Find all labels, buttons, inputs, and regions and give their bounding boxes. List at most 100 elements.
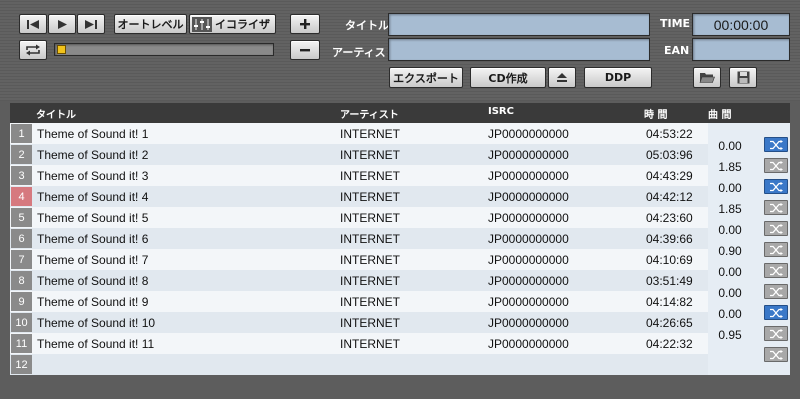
cd-burn-button[interactable]: CD作成 xyxy=(470,67,546,88)
track-artist: INTERNET xyxy=(340,232,400,246)
gap-value[interactable]: 0.90 xyxy=(712,244,748,258)
table-row[interactable]: 2 Theme of Sound it! 2 INTERNET JP000000000… xyxy=(10,144,708,165)
gap-value[interactable]: 0.95 xyxy=(712,328,748,342)
track-artist: INTERNET xyxy=(340,337,400,351)
gap-value[interactable]: 0.00 xyxy=(712,265,748,279)
track-isrc: JP0000000000 xyxy=(488,253,569,267)
track-number[interactable]: 11 xyxy=(11,334,32,353)
track-number[interactable]: 5 xyxy=(11,208,32,227)
table-row[interactable]: 10 Theme of Sound it! 10 INTERNET JP0000000… xyxy=(10,312,708,333)
skip-back-button[interactable] xyxy=(19,14,47,34)
table-row[interactable]: 5 Theme of Sound it! 5 INTERNET JP000000000… xyxy=(10,207,708,228)
track-number[interactable]: 7 xyxy=(11,250,32,269)
plus-icon xyxy=(300,19,310,29)
track-title: Theme of Sound it! 1 xyxy=(37,127,149,141)
track-isrc: JP0000000000 xyxy=(488,148,569,162)
skip-forward-button[interactable] xyxy=(77,14,105,34)
track-number[interactable]: 2 xyxy=(11,145,32,164)
table-row[interactable]: 12 xyxy=(10,354,708,375)
track-number[interactable]: 9 xyxy=(11,292,32,311)
track-number[interactable]: 6 xyxy=(11,229,32,248)
gap-value[interactable]: 0.00 xyxy=(712,223,748,237)
seek-bar[interactable] xyxy=(54,43,274,56)
seek-thumb[interactable] xyxy=(57,45,66,54)
crossfade-toggle[interactable] xyxy=(764,347,788,362)
track-number[interactable]: 1 xyxy=(11,124,32,143)
crossfade-icon xyxy=(770,160,783,171)
crossfade-toggle[interactable] xyxy=(764,200,788,215)
auto-level-button[interactable]: オートレベル xyxy=(114,14,187,34)
track-number[interactable]: 4 xyxy=(11,187,32,206)
track-artist: INTERNET xyxy=(340,211,400,225)
crossfade-toggle[interactable] xyxy=(764,284,788,299)
crossfade-toggle[interactable] xyxy=(764,179,788,194)
header-artist[interactable]: アーティスト xyxy=(340,106,399,121)
track-list: 1 Theme of Sound it! 1 INTERNET JP000000000… xyxy=(10,123,790,375)
track-title: Theme of Sound it! 7 xyxy=(37,253,149,267)
crossfade-icon xyxy=(770,202,783,213)
save-button[interactable] xyxy=(729,67,757,88)
eject-button[interactable] xyxy=(548,67,576,88)
play-icon xyxy=(58,19,67,29)
gap-value[interactable]: 0.00 xyxy=(712,307,748,321)
table-row[interactable]: 8 Theme of Sound it! 8 INTERNET JP000000000… xyxy=(10,270,708,291)
ddp-button[interactable]: DDP xyxy=(584,67,652,88)
skip-forward-icon xyxy=(85,19,97,29)
crossfade-toggle[interactable] xyxy=(764,263,788,278)
remove-track-button[interactable] xyxy=(290,40,320,60)
equalizer-icon xyxy=(192,16,212,32)
track-number[interactable]: 12 xyxy=(11,355,32,374)
track-isrc: JP0000000000 xyxy=(488,316,569,330)
gap-value[interactable]: 0.00 xyxy=(712,139,748,153)
play-button[interactable] xyxy=(48,14,76,34)
crossfade-toggle[interactable] xyxy=(764,221,788,236)
track-artist: INTERNET xyxy=(340,274,400,288)
table-row[interactable]: 4 Theme of Sound it! 4 INTERNET JP000000000… xyxy=(10,186,708,207)
crossfade-toggle[interactable] xyxy=(764,158,788,173)
repeat-button[interactable] xyxy=(19,40,47,60)
table-row[interactable]: 11 Theme of Sound it! 11 INTERNET JP0000000… xyxy=(10,333,708,354)
header-time[interactable]: 時 間 xyxy=(644,106,667,121)
track-isrc: JP0000000000 xyxy=(488,127,569,141)
time-field[interactable]: 00:00:00 xyxy=(692,13,790,36)
ean-label: EAN xyxy=(664,44,690,57)
header-gap[interactable]: 曲 間 xyxy=(708,106,731,121)
track-time: 04:10:69 xyxy=(646,253,693,267)
gap-value[interactable]: 1.85 xyxy=(712,202,748,216)
table-row[interactable]: 1 Theme of Sound it! 1 INTERNET JP000000000… xyxy=(10,123,708,144)
open-button[interactable] xyxy=(693,67,721,88)
footer-strip xyxy=(10,375,790,399)
equalizer-button[interactable]: イコライザ xyxy=(189,14,276,34)
track-table-header: タイトル アーティスト ISRC 時 間 曲 間 xyxy=(10,103,790,123)
table-row[interactable]: 3 Theme of Sound it! 3 INTERNET JP000000000… xyxy=(10,165,708,186)
track-number[interactable]: 8 xyxy=(11,271,32,290)
crossfade-toggle[interactable] xyxy=(764,242,788,257)
table-row[interactable]: 7 Theme of Sound it! 7 INTERNET JP000000000… xyxy=(10,249,708,270)
track-time: 04:23:60 xyxy=(646,211,693,225)
track-isrc: JP0000000000 xyxy=(488,169,569,183)
header-isrc[interactable]: ISRC xyxy=(488,106,514,117)
gap-value[interactable]: 1.85 xyxy=(712,160,748,174)
track-number[interactable]: 10 xyxy=(11,313,32,332)
header-title[interactable]: タイトル xyxy=(36,106,76,121)
gap-value[interactable]: 0.00 xyxy=(712,286,748,300)
ean-field[interactable] xyxy=(692,38,790,61)
add-track-button[interactable] xyxy=(290,14,320,34)
track-time: 04:39:66 xyxy=(646,232,693,246)
time-label: TIME xyxy=(660,17,691,30)
artist-field[interactable] xyxy=(388,38,650,61)
crossfade-icon xyxy=(770,139,783,150)
track-title: Theme of Sound it! 4 xyxy=(37,190,149,204)
table-row[interactable]: 6 Theme of Sound it! 6 INTERNET JP000000000… xyxy=(10,228,708,249)
track-number[interactable]: 3 xyxy=(11,166,32,185)
export-button[interactable]: エクスポート xyxy=(389,67,463,88)
artist-label: アーティスト xyxy=(332,46,397,59)
crossfade-toggle[interactable] xyxy=(764,305,788,320)
table-row[interactable]: 9 Theme of Sound it! 9 INTERNET JP000000000… xyxy=(10,291,708,312)
crossfade-toggle[interactable] xyxy=(764,326,788,341)
title-label: タイトル xyxy=(345,19,389,32)
gap-value[interactable]: 0.00 xyxy=(712,181,748,195)
title-field[interactable] xyxy=(388,13,650,36)
crossfade-toggle[interactable] xyxy=(764,137,788,152)
time-value: 00:00:00 xyxy=(713,16,769,33)
